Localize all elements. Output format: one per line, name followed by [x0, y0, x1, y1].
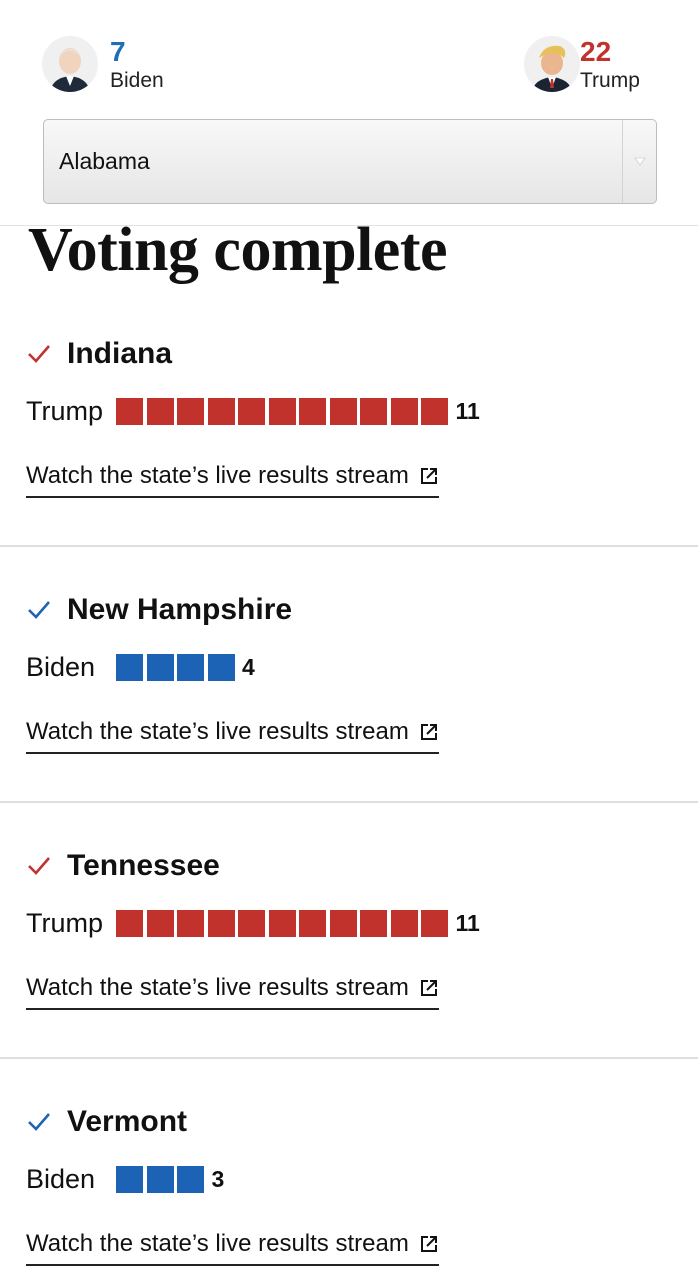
delegate-square [390, 397, 418, 425]
state-name: New Hampshire [67, 593, 293, 626]
section-divider [0, 1057, 698, 1059]
delegate-square [146, 1165, 174, 1193]
stream-link-label[interactable]: Watch the state’s live results stream [26, 974, 409, 1002]
delegate-count: 11 [455, 909, 480, 936]
section-divider [0, 801, 698, 803]
delegate-result: Trump 11 [26, 396, 480, 426]
trump-scoreboard: 22 Trump [524, 36, 640, 94]
state-name: Tennessee [67, 849, 220, 882]
scoreboard-header: 7 Biden 22 Trump Alabama [0, 0, 698, 226]
live-results-stream-link[interactable]: Watch the state’s live results stream [26, 1226, 439, 1266]
delegate-square [390, 909, 418, 937]
stream-link-label[interactable]: Watch the state’s live results stream [26, 1230, 409, 1258]
live-results-stream-link[interactable]: Watch the state’s live results stream [26, 458, 439, 498]
delegate-square [238, 909, 265, 937]
live-results-stream-link[interactable]: Watch the state’s live results stream [26, 714, 439, 754]
external-link-icon [420, 468, 437, 484]
delegate-square [268, 397, 296, 425]
delegate-square [360, 397, 387, 425]
stream-link-label[interactable]: Watch the state’s live results stream [26, 462, 409, 490]
check-icon [28, 1113, 50, 1131]
external-link-icon [420, 1236, 437, 1252]
delegate-square [146, 909, 174, 937]
delegate-square [299, 397, 326, 425]
check-icon [28, 601, 50, 619]
live-results-stream-link[interactable]: Watch the state’s live results stream [26, 970, 439, 1010]
delegate-square [116, 653, 143, 681]
delegate-square [360, 909, 387, 937]
delegate-square [238, 397, 265, 425]
delegate-result: Trump 11 [26, 908, 480, 938]
winner-name: Trump [26, 907, 104, 938]
state-select-value[interactable]: Alabama [44, 148, 622, 175]
delegate-square [116, 1165, 143, 1193]
delegate-square [177, 909, 204, 937]
external-link-icon [420, 980, 437, 996]
delegate-square [177, 397, 204, 425]
state-result-tennessee: Tennessee Trump 11 Watch the state’s liv… [0, 846, 698, 1026]
delegate-count: 4 [242, 653, 255, 680]
delegate-square [329, 909, 357, 937]
trump-avatar [524, 36, 580, 92]
delegate-count: 3 [211, 1165, 225, 1192]
state-name: Vermont [67, 1105, 188, 1138]
delegate-square [421, 397, 448, 425]
delegate-square [177, 1165, 204, 1193]
stream-link-label[interactable]: Watch the state’s live results stream [26, 718, 409, 746]
delegate-square [116, 397, 143, 425]
delegate-result: Biden 4 [26, 652, 255, 682]
winner-name: Trump [26, 395, 104, 426]
delegate-squares [116, 653, 238, 681]
delegate-square [207, 909, 235, 937]
trump-delegate-count: 22 [580, 36, 612, 67]
delegate-squares [116, 1165, 208, 1193]
trump-label: Trump [580, 69, 640, 92]
state-name: Indiana [67, 337, 173, 370]
delegate-square [207, 397, 235, 425]
check-icon [28, 857, 50, 875]
delegate-square [146, 653, 174, 681]
delegate-square [329, 397, 357, 425]
biden-delegate-count: 7 [110, 36, 126, 67]
check-icon [28, 345, 50, 363]
section-divider [0, 545, 698, 547]
page-title: Voting complete [28, 216, 448, 284]
delegate-count: 11 [455, 397, 480, 424]
delegate-square [299, 909, 326, 937]
state-result-new-hampshire: New Hampshire Biden 4 Watch the state’s … [0, 590, 698, 770]
delegate-square [146, 397, 174, 425]
winner-name: Biden [26, 1163, 96, 1194]
delegate-square [207, 653, 235, 681]
delegate-square [421, 909, 448, 937]
state-select[interactable]: Alabama [43, 119, 657, 204]
delegate-squares [116, 909, 452, 937]
biden-label: Biden [110, 69, 164, 92]
chevron-down-icon[interactable] [622, 120, 656, 203]
delegate-square [177, 653, 204, 681]
delegate-result: Biden 3 [26, 1164, 224, 1194]
delegate-squares [116, 397, 452, 425]
external-link-icon [420, 724, 437, 740]
delegate-square [116, 909, 143, 937]
state-result-indiana: Indiana Trump 11 Watch the state’s live … [0, 334, 698, 514]
winner-name: Biden [26, 651, 96, 682]
delegate-square [268, 909, 296, 937]
biden-avatar [42, 36, 98, 92]
state-result-vermont: Vermont Biden 3 Watch the state’s live r… [0, 1102, 698, 1280]
biden-scoreboard: 7 Biden [42, 36, 164, 94]
